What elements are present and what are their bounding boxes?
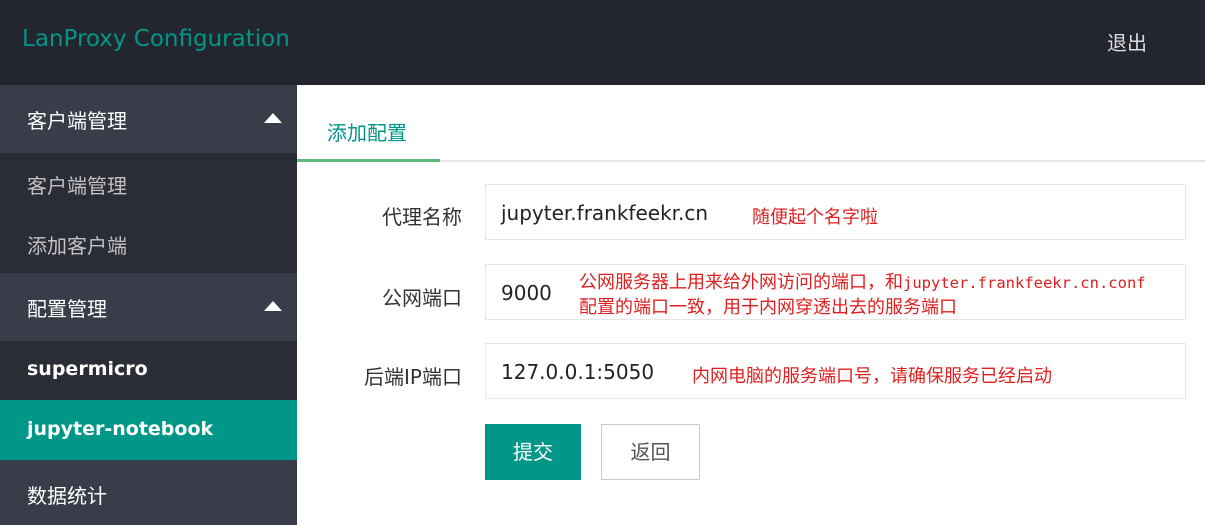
proxy-name-value: jupyter.frankfeekr.cn [501, 201, 709, 225]
sidebar-group-config-management[interactable]: 配置管理 [0, 273, 297, 341]
back-button[interactable]: 返回 [601, 424, 700, 480]
sidebar-item-supermicro[interactable]: supermicro [0, 340, 297, 400]
sidebar-item-jupyter-notebook[interactable]: jupyter-notebook [0, 400, 297, 460]
public-port-annotation-text: 公网服务器上用来给外网访问的端口，和 [579, 272, 903, 293]
app-title: LanProxy Configuration [22, 26, 290, 52]
sidebar-group-client-management[interactable]: 客户端管理 [0, 85, 297, 153]
tab-label: 添加配置 [327, 121, 407, 145]
sidebar-item-label: supermicro [27, 358, 148, 380]
public-port-annotation-line2: 配置的端口一致，用于内网穿透出去的服务端口 [579, 297, 957, 318]
caret-up-icon [264, 113, 282, 123]
logout-link[interactable]: 退出 [1107, 27, 1147, 56]
backend-port-label: 后端IP端口 [364, 365, 462, 389]
sidebar-item-stats[interactable]: 数据统计 [0, 460, 297, 525]
public-port-annotation-filename: jupyter.frankfeekr.cn.conf [903, 274, 1146, 292]
proxy-name-annotation: 随便起个名字啦 [752, 207, 878, 228]
sidebar-group-label: 客户端管理 [27, 109, 127, 133]
sidebar-item-label: jupyter-notebook [27, 418, 214, 440]
public-port-label: 公网端口 [382, 286, 462, 310]
submit-button[interactable]: 提交 [485, 424, 581, 480]
sidebar-item-label: 数据统计 [27, 484, 107, 508]
sidebar-item-add-client[interactable]: 添加客户端 [0, 213, 297, 273]
proxy-name-label: 代理名称 [382, 205, 462, 229]
sidebar-group-label: 配置管理 [27, 297, 107, 321]
public-port-annotation-line1: 公网服务器上用来给外网访问的端口，和jupyter.frankfeekr.cn.… [579, 268, 1146, 294]
public-port-value: 9000 [501, 281, 552, 305]
sidebar: 客户端管理 客户端管理 添加客户端 配置管理 supermicro jupyte… [0, 85, 297, 525]
sidebar-item-client-management[interactable]: 客户端管理 [0, 153, 297, 213]
sidebar-item-label: 添加客户端 [27, 234, 127, 258]
caret-up-icon [264, 301, 282, 311]
top-header: LanProxy Configuration 退出 [0, 0, 1205, 85]
backend-port-value: 127.0.0.1:5050 [501, 360, 655, 384]
backend-port-annotation: 内网电脑的服务端口号，请确保服务已经启动 [692, 366, 1052, 387]
tab-add-config[interactable]: 添加配置 [297, 85, 440, 162]
sidebar-item-label: 客户端管理 [27, 174, 127, 198]
tab-bar: 添加配置 [297, 85, 1205, 162]
